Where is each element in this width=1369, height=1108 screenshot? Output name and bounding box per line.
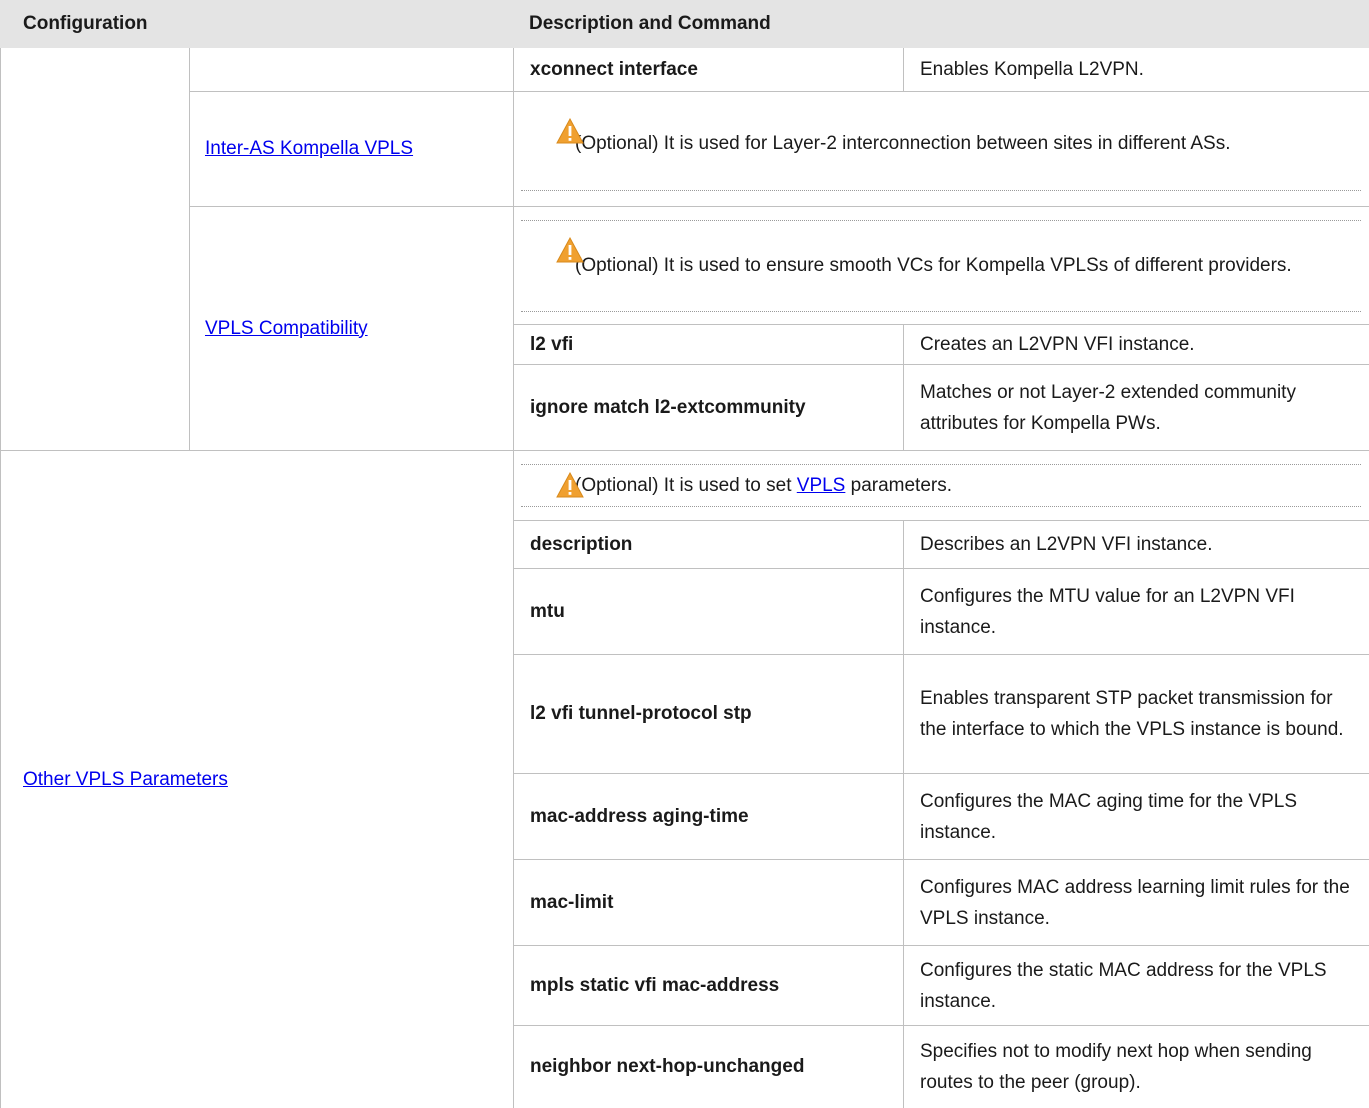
inter-as-note-text: (Optional) It is used for Layer-2 interc… — [575, 132, 1231, 154]
description-text: Configures the static MAC address for th… — [920, 959, 1327, 1012]
description-mtu: Configures the MTU value for an L2VPN VF… — [903, 569, 1369, 654]
command-ignore-match-l2-extcommunity: ignore match l2-extcommunity — [513, 365, 903, 450]
command-text: l2 vfi tunnel-protocol stp — [530, 703, 752, 724]
description-xconnect-interface: Enables Kompella L2VPN. — [903, 48, 1369, 91]
description-text: Describes an L2VPN VFI instance. — [920, 534, 1213, 555]
description-neighbor-next-hop-unchanged: Specifies not to modify next hop when se… — [903, 1026, 1369, 1108]
description-text: Creates an L2VPN VFI instance. — [920, 334, 1195, 355]
description-mac-address-aging-time: Configures the MAC aging time for the VP… — [903, 774, 1369, 859]
description-mac-limit: Configures MAC address learning limit ru… — [903, 860, 1369, 945]
other-vpls-parameters-link[interactable]: Other VPLS Parameters — [23, 769, 228, 791]
command-text: mtu — [530, 600, 565, 622]
command-l2-vfi-tunnel-protocol-stp: l2 vfi tunnel-protocol stp — [513, 655, 903, 773]
warning-icon — [556, 118, 584, 144]
config-inter-as-kompella-vpls[interactable]: Inter-AS Kompella VPLS — [189, 92, 513, 206]
command-text: l2 vfi — [530, 333, 574, 355]
command-text: mac-address aging-time — [530, 805, 749, 827]
command-mac-limit: mac-limit — [513, 860, 903, 945]
description-text: Enables transparent STP packet transmiss… — [920, 688, 1344, 740]
note-suffix: parameters. — [845, 474, 953, 496]
command-neighbor-next-hop-unchanged: neighbor next-hop-unchanged — [513, 1026, 903, 1108]
header-configuration: Configuration — [0, 0, 513, 48]
description-text: Matches or not Layer-2 extended communit… — [920, 381, 1296, 434]
command-xconnect-interface: xconnect interface — [513, 48, 903, 91]
command-text: mpls static vfi mac-address — [530, 974, 780, 996]
description-text: Specifies not to modify next hop when se… — [920, 1041, 1312, 1093]
description-text: Enables Kompella L2VPN. — [920, 59, 1144, 80]
vpls-compatibility-link[interactable]: VPLS Compatibility — [205, 318, 368, 340]
header-description-label: Description and Command — [529, 13, 771, 34]
description-description: Describes an L2VPN VFI instance. — [903, 521, 1369, 568]
warning-icon — [556, 472, 584, 498]
command-mpls-static-vfi-mac-address: mpls static vfi mac-address — [513, 946, 903, 1025]
inter-as-note: (Optional) It is used for Layer-2 interc… — [513, 97, 1369, 189]
description-text: Configures the MTU value for an L2VPN VF… — [920, 585, 1295, 638]
command-text: mac-limit — [530, 891, 614, 913]
vpls-link[interactable]: VPLS — [797, 475, 846, 496]
command-text: xconnect interface — [530, 58, 698, 80]
command-text: neighbor next-hop-unchanged — [530, 1056, 805, 1077]
other-vpls-note-text: (Optional) It is used to set VPLS parame… — [575, 470, 952, 501]
config-vpls-compatibility[interactable]: VPLS Compatibility — [189, 207, 513, 450]
inter-as-kompella-vpls-link[interactable]: Inter-AS Kompella VPLS — [205, 138, 413, 160]
other-vpls-note: (Optional) It is used to set VPLS parame… — [513, 465, 1369, 505]
warning-icon — [556, 237, 584, 263]
command-description: description — [513, 521, 903, 568]
command-mtu: mtu — [513, 569, 903, 654]
description-mpls-static-vfi-mac-address: Configures the static MAC address for th… — [903, 946, 1369, 1025]
command-text: description — [530, 533, 633, 555]
config-other-vpls-parameters[interactable]: Other VPLS Parameters — [0, 451, 513, 1108]
header-configuration-label: Configuration — [23, 13, 148, 34]
description-text: Configures MAC address learning limit ru… — [920, 876, 1350, 929]
command-mac-address-aging-time: mac-address aging-time — [513, 774, 903, 859]
command-text: ignore match l2-extcommunity — [530, 396, 806, 418]
vpls-compatibility-note-text: (Optional) It is used to ensure smooth V… — [575, 255, 1292, 276]
header-description-command: Description and Command — [513, 0, 1369, 48]
note-prefix: (Optional) It is used to set — [575, 474, 797, 496]
command-l2-vfi: l2 vfi — [513, 325, 903, 364]
description-l2-vfi: Creates an L2VPN VFI instance. — [903, 325, 1369, 364]
description-l2-vfi-tunnel-protocol-stp: Enables transparent STP packet transmiss… — [903, 655, 1369, 773]
description-text: Configures the MAC aging time for the VP… — [920, 790, 1298, 843]
vpls-compatibility-note: (Optional) It is used to ensure smooth V… — [513, 221, 1369, 310]
description-ignore-match-l2-extcommunity: Matches or not Layer-2 extended communit… — [903, 365, 1369, 450]
